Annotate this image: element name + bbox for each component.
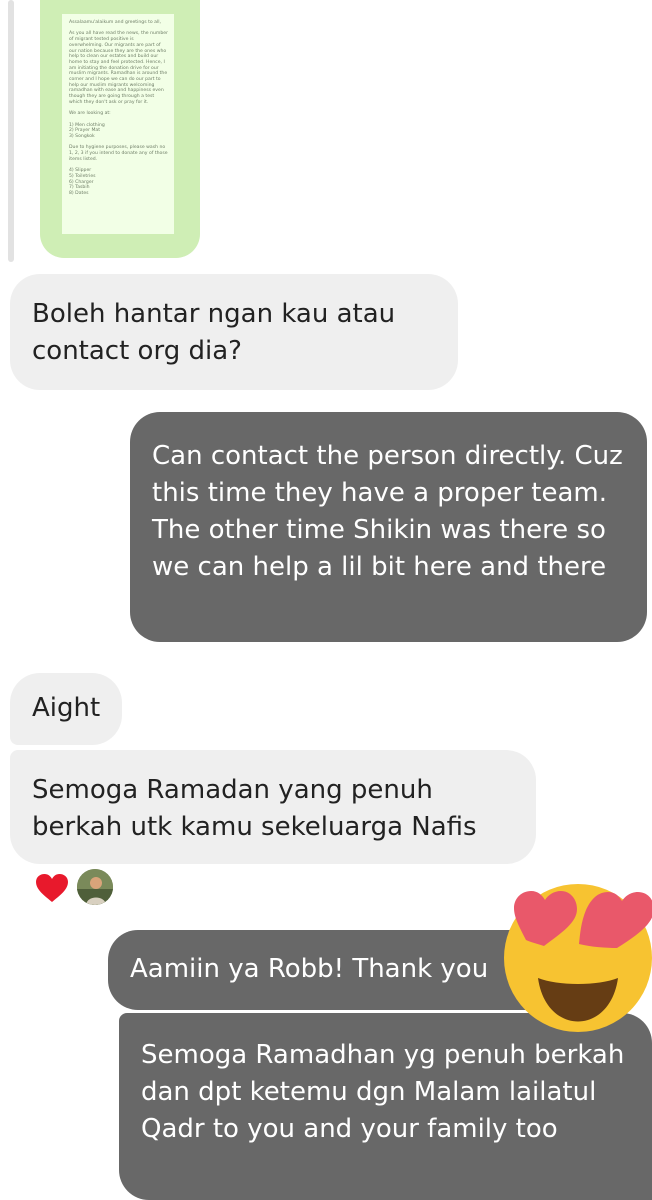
attachment-document-text: Assalaamu'alaikum and greetings to all, … <box>62 14 174 234</box>
message-text: Boleh hantar ngan kau atau contact org d… <box>32 299 396 366</box>
reactor-avatar[interactable] <box>77 869 113 905</box>
reply-quote-bar <box>8 0 14 262</box>
message-bubble-outgoing[interactable]: Can contact the person directly. Cuz thi… <box>130 412 647 642</box>
message-bubble-incoming[interactable]: Boleh hantar ngan kau atau contact org d… <box>10 274 458 390</box>
message-text: Can contact the person directly. Cuz thi… <box>152 441 623 582</box>
attachment-image-preview[interactable]: Assalaamu'alaikum and greetings to all, … <box>40 0 200 258</box>
message-text: Aamiin ya Robb! Thank you <box>130 954 489 984</box>
message-text: Semoga Ramadhan yg penuh berkah dan dpt … <box>141 1040 625 1144</box>
message-text: Semoga Ramadan yang penuh berkah utk kam… <box>32 775 477 842</box>
heart-eyes-emoji-icon <box>498 878 652 1038</box>
message-bubble-incoming[interactable]: Aight <box>10 673 122 745</box>
message-bubble-outgoing[interactable]: Semoga Ramadhan yg penuh berkah dan dpt … <box>119 1013 652 1200</box>
message-text: Aight <box>32 693 101 723</box>
message-reaction-heart-icon[interactable] <box>35 873 69 903</box>
message-bubble-incoming[interactable]: Semoga Ramadan yang penuh berkah utk kam… <box>10 750 536 864</box>
